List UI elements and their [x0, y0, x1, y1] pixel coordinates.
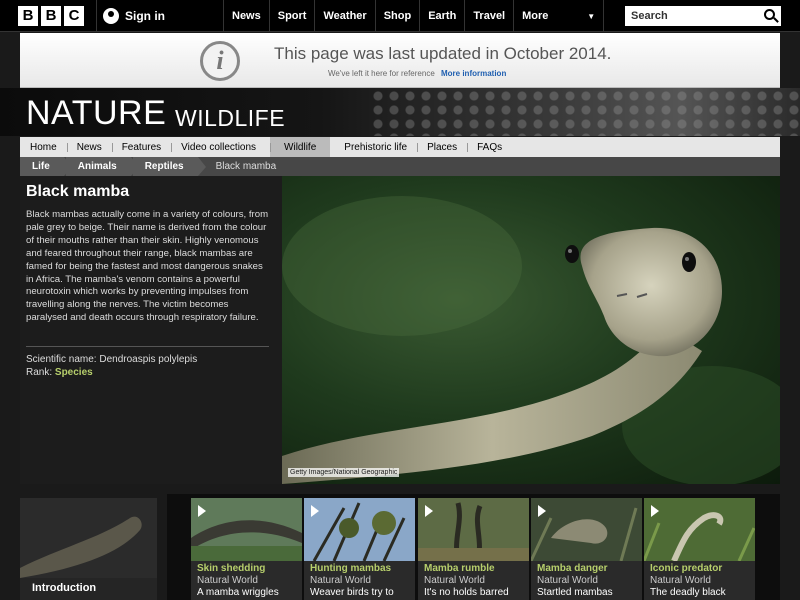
more-menu-button[interactable]: More ▼: [514, 0, 605, 32]
video-title: Iconic predator: [650, 563, 723, 574]
video-thumbnail: [418, 498, 529, 561]
video-thumbnail: [304, 498, 415, 561]
video-source: Natural World: [537, 575, 598, 586]
video-card[interactable]: Mamba rumble Natural World It's no holds…: [418, 498, 529, 600]
black-mamba-photo: Getty Images/National Geographic: [282, 176, 780, 484]
video-description: It's no holds barred: [424, 587, 509, 598]
subnav-wildlife[interactable]: Wildlife: [270, 137, 331, 157]
section-nav: Home News Features Video collections Wil…: [20, 137, 780, 157]
scientific-name: Scientific name: Dendroaspis polylepis: [26, 354, 198, 365]
logo-letter: B: [18, 6, 38, 26]
more-information-link[interactable]: More information: [441, 69, 506, 78]
nav-link-weather[interactable]: Weather: [315, 0, 376, 32]
nav-link-travel[interactable]: Travel: [465, 0, 515, 32]
signin-label: Sign in: [125, 9, 165, 23]
notice-title: This page was last updated in October 20…: [274, 44, 612, 63]
play-icon: [311, 505, 319, 517]
breadcrumb-life[interactable]: Life: [20, 157, 72, 176]
species-description: Black mambas actually come in a variety …: [26, 209, 269, 324]
video-thumbnail: [191, 498, 302, 561]
breadcrumb-animals[interactable]: Animals: [65, 157, 139, 176]
nav-link-sport[interactable]: Sport: [270, 0, 316, 32]
rank-label: Rank:: [26, 367, 55, 378]
notice-subtitle: We've left it here for reference More in…: [328, 69, 506, 78]
introduction-tab[interactable]: Introduction: [20, 498, 157, 600]
video-source: Natural World: [424, 575, 485, 586]
signin-button[interactable]: Sign in: [96, 0, 224, 32]
nav-link-earth[interactable]: Earth: [420, 0, 466, 32]
subnav-home[interactable]: Home: [20, 137, 67, 157]
section-title[interactable]: NATURE: [26, 94, 166, 133]
video-title: Skin shedding: [197, 563, 266, 574]
search-icon[interactable]: [764, 9, 775, 20]
breadcrumb: Life Animals Reptiles Black mamba: [20, 157, 780, 176]
video-card[interactable]: Hunting mambas Natural World Weaver bird…: [304, 498, 415, 600]
global-header: B B C Sign in News Sport Weather Shop Ea…: [0, 0, 800, 32]
taxonomy-info: Scientific name: Dendroaspis polylepis R…: [26, 353, 197, 379]
video-card[interactable]: Iconic predator Natural World The deadly…: [644, 498, 755, 600]
user-icon: [103, 8, 119, 24]
breadcrumb-reptiles[interactable]: Reptiles: [132, 157, 206, 176]
subnav-places[interactable]: Places: [417, 137, 467, 157]
bbc-logo[interactable]: B B C: [18, 6, 84, 26]
video-thumbnail: [531, 498, 642, 561]
video-thumbnail: [644, 498, 755, 561]
rank-link[interactable]: Species: [55, 367, 93, 378]
global-nav: News Sport Weather Shop Earth Travel Mor…: [224, 0, 605, 32]
species-info-panel: Black mamba Black mambas actually come i…: [20, 176, 282, 484]
divider: [26, 346, 269, 347]
logo-letter: C: [64, 6, 84, 26]
subnav-prehistoric-life[interactable]: Prehistoric life: [334, 137, 417, 157]
play-icon: [651, 505, 659, 517]
subnav-news[interactable]: News: [66, 137, 112, 157]
photo-credit: Getty Images/National Geographic: [288, 468, 400, 477]
video-description: Startled mambas: [537, 587, 613, 598]
play-icon: [425, 505, 433, 517]
video-title: Mamba danger: [537, 563, 608, 574]
nav-link-shop[interactable]: Shop: [376, 0, 421, 32]
search-box: [625, 6, 781, 26]
snake-illustration: [282, 196, 780, 484]
video-title: Hunting mambas: [310, 563, 392, 574]
rank-line: Rank: Species: [26, 366, 197, 379]
play-icon: [538, 505, 546, 517]
species-title: Black mamba: [26, 183, 130, 200]
logo-letter: B: [41, 6, 61, 26]
video-description: A mamba wriggles: [197, 587, 279, 598]
search-input[interactable]: [625, 7, 755, 25]
subnav-faqs[interactable]: FAQs: [467, 137, 512, 157]
subsection-title[interactable]: WILDLIFE: [175, 105, 285, 132]
archive-notice: i This page was last updated in October …: [20, 33, 780, 88]
notice-subtitle-text: We've left it here for reference: [328, 69, 435, 78]
info-icon: i: [200, 41, 240, 81]
play-icon: [198, 505, 206, 517]
video-description: Weaver birds try to: [310, 587, 394, 598]
video-description: The deadly black: [650, 587, 726, 598]
video-card[interactable]: Skin shedding Natural World A mamba wrig…: [191, 498, 302, 600]
video-title: Mamba rumble: [424, 563, 495, 574]
video-card[interactable]: Mamba danger Natural World Startled mamb…: [531, 498, 642, 600]
video-source: Natural World: [197, 575, 258, 586]
video-source: Natural World: [650, 575, 711, 586]
more-label: More: [522, 10, 549, 22]
subnav-video-collections[interactable]: Video collections: [171, 137, 266, 157]
intro-thumbnail: [20, 498, 157, 578]
chevron-down-icon: ▼: [587, 11, 596, 21]
nav-link-news[interactable]: News: [224, 0, 270, 32]
snake-skin-texture: [370, 88, 800, 136]
breadcrumb-current: Black mamba: [215, 161, 277, 172]
video-source: Natural World: [310, 575, 371, 586]
introduction-label: Introduction: [32, 582, 97, 594]
subnav-features[interactable]: Features: [111, 137, 171, 157]
